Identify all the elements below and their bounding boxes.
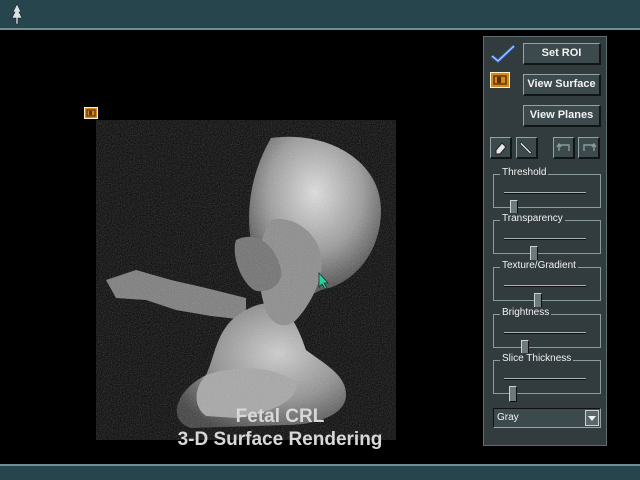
eraser-icon [495, 142, 507, 155]
transparency-slider-group: Transparency [493, 213, 601, 262]
caption-line-1: Fetal CRL [235, 406, 325, 427]
roi-marker-icon[interactable] [84, 107, 98, 119]
brightness-slider-group: Brightness [493, 307, 601, 356]
eraser-button[interactable] [490, 137, 512, 159]
undo-button[interactable] [553, 137, 575, 159]
colormap-select[interactable]: Gray [493, 408, 601, 428]
status-bar [0, 464, 640, 480]
app-logo-icon [11, 3, 23, 25]
redo-icon [583, 142, 597, 151]
set-roi-button[interactable]: Set ROI [523, 43, 601, 65]
dropdown-arrow-button[interactable] [585, 410, 599, 426]
fetus-3d-rendering [96, 120, 396, 440]
slice-thickness-slider-thumb[interactable] [509, 386, 518, 402]
scalpel-button[interactable] [516, 137, 538, 159]
slice-thickness-slider-group: Slice Thickness [493, 353, 601, 402]
threshold-slider-track[interactable] [504, 192, 586, 216]
scalpel-icon [519, 141, 533, 155]
transparency-label: Transparency [500, 213, 565, 224]
render-viewport[interactable] [0, 32, 482, 464]
brightness-slider-track[interactable] [504, 332, 586, 356]
roi-box-icon[interactable] [490, 72, 510, 88]
chevron-down-icon [588, 416, 596, 421]
view-planes-button[interactable]: View Planes [523, 105, 601, 127]
title-bar [0, 0, 640, 30]
caption-line-2: 3-D Surface Rendering [177, 429, 383, 450]
slice-thickness-label: Slice Thickness [500, 353, 574, 364]
mouse-cursor-icon [318, 272, 329, 290]
slice-thickness-slider-track[interactable] [504, 378, 586, 402]
texture-gradient-slider-group: Texture/Gradient [493, 260, 601, 309]
threshold-slider-group: Threshold [493, 167, 601, 216]
undo-icon [556, 142, 570, 151]
brightness-label: Brightness [500, 307, 552, 318]
texture-gradient-slider-track[interactable] [504, 285, 586, 309]
checkmark-icon[interactable] [490, 44, 516, 64]
view-surface-button[interactable]: View Surface [523, 74, 601, 96]
image-caption: Fetal CRL 3-D Surface Rendering [100, 405, 460, 451]
texture-gradient-label: Texture/Gradient [500, 260, 578, 271]
threshold-label: Threshold [500, 167, 549, 178]
transparency-slider-track[interactable] [504, 238, 586, 262]
colormap-selected-value: Gray [497, 412, 519, 423]
redo-button[interactable] [578, 137, 600, 159]
